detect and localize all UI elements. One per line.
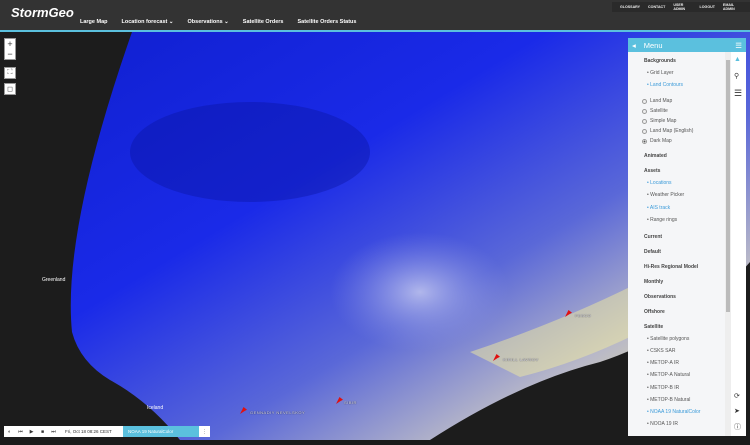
asset-locations[interactable]: • Locations xyxy=(647,180,725,192)
sat-polygons[interactable]: • Satellite polygons xyxy=(647,336,725,348)
vessel-label: KIRILL LAVROV xyxy=(503,357,539,362)
menu-list: Backgrounds • Grid Layer • Land Contours… xyxy=(628,52,725,436)
section-hi-res[interactable]: Hi-Res Regional Model xyxy=(644,261,725,276)
list-icon[interactable]: ☰ xyxy=(734,88,742,99)
radio-label: Land Map xyxy=(650,98,673,105)
sat-metop-b-natural[interactable]: • METOP-B Natural xyxy=(647,397,725,409)
place-label-iceland: Iceland xyxy=(147,405,164,411)
section-offshore[interactable]: Offshore xyxy=(644,306,725,321)
radio-label: Satellite xyxy=(650,108,668,115)
sat-metop-a-ir[interactable]: • METOP-A IR xyxy=(647,360,725,372)
section-assets[interactable]: Assets xyxy=(644,165,725,180)
logout-link[interactable]: LOGOUT xyxy=(700,5,715,9)
asset-weather-picker[interactable]: • Weather Picker xyxy=(647,192,725,204)
radio-label: Dark Map xyxy=(650,138,672,145)
hamburger-icon[interactable]: ☰ xyxy=(735,41,742,50)
sat-metop-b-ir[interactable]: • METOP-B IR xyxy=(647,385,725,397)
main-nav: Large Map Location forecast ⌄ Observatio… xyxy=(80,19,356,25)
menu-title: Menu xyxy=(643,40,663,50)
vessel-label: SIBIR xyxy=(344,400,357,405)
nav-large-map[interactable]: Large Map xyxy=(80,19,108,25)
measure-icon[interactable]: ⚲ xyxy=(734,72,739,80)
layers-icon[interactable]: ▲ xyxy=(734,56,741,63)
radio-simple-map[interactable]: Simple Map xyxy=(642,116,725,126)
sat-noaa19-ir[interactable]: • NOOA 19 IR xyxy=(647,421,725,433)
play-icon[interactable]: ▶ xyxy=(26,429,37,435)
stop-icon[interactable]: ■ xyxy=(37,429,48,435)
section-backgrounds[interactable]: Backgrounds xyxy=(644,55,725,70)
glossary-link[interactable]: GLOSSARY xyxy=(620,5,640,9)
radio-label: Land Map (English) xyxy=(650,128,694,135)
nav-satellite-orders-status[interactable]: Satellite Orders Status xyxy=(297,19,356,25)
asset-range-rings[interactable]: • Range rings xyxy=(647,217,725,231)
radio-label: Simple Map xyxy=(650,118,677,125)
collapse-icon[interactable]: ◂ xyxy=(632,41,636,50)
pointer-icon[interactable]: ➤ xyxy=(734,407,740,415)
section-observations[interactable]: Observations xyxy=(644,291,725,306)
nav-satellite-orders[interactable]: Satellite Orders xyxy=(243,19,284,25)
layer-grid[interactable]: • Grid Layer xyxy=(647,70,725,82)
section-default[interactable]: Default xyxy=(644,246,725,261)
refresh-icon[interactable]: ⟳ xyxy=(734,392,740,400)
utility-nav: GLOSSARY CONTACT USER ADMIN LOGOUT EMAIL… xyxy=(612,2,750,12)
menu-header: ◂ Menu ☰ xyxy=(628,38,746,52)
contrast-icon[interactable]: ◐ xyxy=(4,429,15,435)
radio-land-map-english[interactable]: Land Map (English) xyxy=(642,126,725,136)
sat-csks-sar[interactable]: • CSKS SAR xyxy=(647,348,725,360)
info-icon[interactable]: ⓘ xyxy=(734,422,741,432)
zoom-in-button[interactable]: + xyxy=(7,39,12,49)
contact-link[interactable]: CONTACT xyxy=(648,5,665,9)
user-admin-link[interactable]: USER ADMIN xyxy=(673,3,691,11)
section-current[interactable]: Current xyxy=(644,231,725,246)
vessel-label: FESCO xyxy=(575,313,592,318)
skip-back-icon[interactable]: ⏮ xyxy=(15,429,26,435)
section-satellite[interactable]: Satellite xyxy=(644,321,725,336)
place-label-greenland: Greenland xyxy=(42,277,66,283)
nav-location-forecast[interactable]: Location forecast ⌄ xyxy=(122,19,174,25)
vessel-label: GENNADIY NEVELSKOY xyxy=(250,410,306,415)
draw-box-icon[interactable]: ◻ xyxy=(4,83,16,95)
top-bar: StormGeo Large Map Location forecast ⌄ O… xyxy=(0,0,750,30)
time-bar: ◐ ⏮ ▶ ■ ⏭ Fri, Oct 18 08:26 CEST NOAA 19… xyxy=(4,426,210,437)
menu-side-toolbar: ▲ ⚲ ☰ ⟳ ➤ ⓘ xyxy=(731,52,746,436)
sat-noaa19-naturalcolor[interactable]: • NOAA 19 NaturalColor xyxy=(647,409,725,421)
section-monthly[interactable]: Monthly xyxy=(644,276,725,291)
active-layer[interactable]: NOAA 19 NaturalColor xyxy=(123,426,199,437)
nav-observations[interactable]: Observations ⌄ xyxy=(188,19,229,25)
skip-forward-icon[interactable]: ⏭ xyxy=(48,429,59,435)
zoom-out-button[interactable]: − xyxy=(7,49,12,59)
fullscreen-icon[interactable]: ⛶ xyxy=(4,67,16,79)
radio-satellite[interactable]: Satellite xyxy=(642,106,725,116)
asset-ais-track[interactable]: • AIS track xyxy=(647,205,725,217)
email-admin-link[interactable]: EMAIL ADMIN xyxy=(723,3,742,11)
more-options-icon[interactable]: ⋮ xyxy=(199,429,210,435)
radio-dark-map[interactable]: Dark Map xyxy=(642,136,725,146)
layer-land-contours[interactable]: • Land Contours xyxy=(647,82,725,96)
sat-metop-a-natural[interactable]: • METOP-A Natural xyxy=(647,372,725,384)
section-animated[interactable]: Animated xyxy=(644,150,725,165)
menu-panel: ◂ Menu ☰ Backgrounds • Grid Layer • Land… xyxy=(628,38,746,436)
radio-land-map[interactable]: Land Map xyxy=(642,96,725,106)
scrollbar-thumb[interactable] xyxy=(726,60,730,312)
logo: StormGeo xyxy=(11,5,74,20)
time-display: Fri, Oct 18 08:26 CEST xyxy=(65,429,112,434)
zoom-control: + − xyxy=(4,38,16,60)
